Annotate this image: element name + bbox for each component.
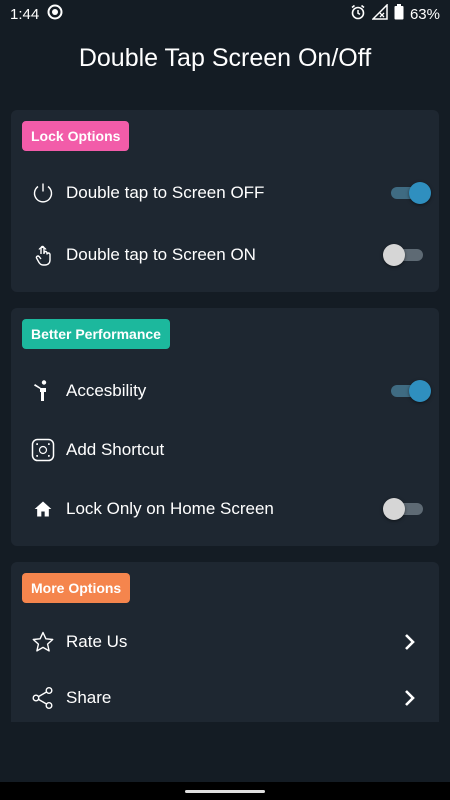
setting-screen-on[interactable]: Double tap to Screen ON	[11, 232, 439, 278]
chevron-right-icon	[403, 688, 417, 708]
tap-hand-icon	[31, 243, 55, 267]
performance-badge: Better Performance	[22, 319, 170, 349]
page-title: Double Tap Screen On/Off	[78, 44, 372, 72]
chevron-right-icon	[403, 632, 417, 652]
signal-icon	[371, 3, 388, 24]
status-time: 1:44	[10, 5, 40, 23]
share-icon	[31, 686, 55, 710]
shortcut-icon	[31, 438, 55, 462]
record-icon	[47, 4, 63, 24]
setting-accessibility[interactable]: Accesbility	[11, 368, 439, 414]
battery-percent: 63%	[409, 5, 440, 23]
rate-us-label: Rate Us	[66, 632, 128, 651]
alarm-icon	[350, 4, 366, 24]
screen-off-label: Double tap to Screen OFF	[66, 183, 265, 202]
navigation-bar	[0, 782, 450, 800]
accessibility-toggle[interactable]	[389, 380, 431, 402]
screen-off-toggle[interactable]	[389, 182, 431, 204]
home-gesture-handle[interactable]	[185, 790, 265, 793]
setting-screen-off[interactable]: Double tap to Screen OFF	[11, 170, 439, 216]
battery-icon	[394, 4, 404, 24]
setting-add-shortcut[interactable]: Add Shortcut	[11, 427, 439, 473]
add-shortcut-label: Add Shortcut	[66, 440, 165, 459]
more-options-badge: More Options	[22, 573, 131, 603]
share-label: Share	[66, 688, 112, 707]
screen-on-label: Double tap to Screen ON	[66, 245, 256, 264]
star-icon	[31, 630, 55, 654]
rate-us-item[interactable]: Rate Us	[11, 619, 439, 665]
lock-options-card: Lock Options Double tap to Screen OFF Do…	[11, 110, 439, 292]
lock-options-badge: Lock Options	[22, 121, 130, 151]
accessibility-icon	[31, 379, 55, 403]
power-icon	[31, 181, 55, 205]
lock-home-toggle[interactable]	[383, 498, 425, 520]
setting-lock-home[interactable]: Lock Only on Home Screen	[11, 486, 439, 532]
status-bar: 1:44 63%	[0, 0, 450, 28]
share-item[interactable]: Share	[11, 675, 439, 721]
home-icon	[31, 497, 55, 521]
accessibility-label: Accesbility	[66, 381, 147, 400]
more-options-card: More Options Rate Us Share	[11, 562, 439, 722]
performance-card: Better Performance Accesbility Add Short…	[11, 308, 439, 546]
lock-home-label: Lock Only on Home Screen	[66, 499, 274, 518]
screen-on-toggle[interactable]	[383, 244, 425, 266]
